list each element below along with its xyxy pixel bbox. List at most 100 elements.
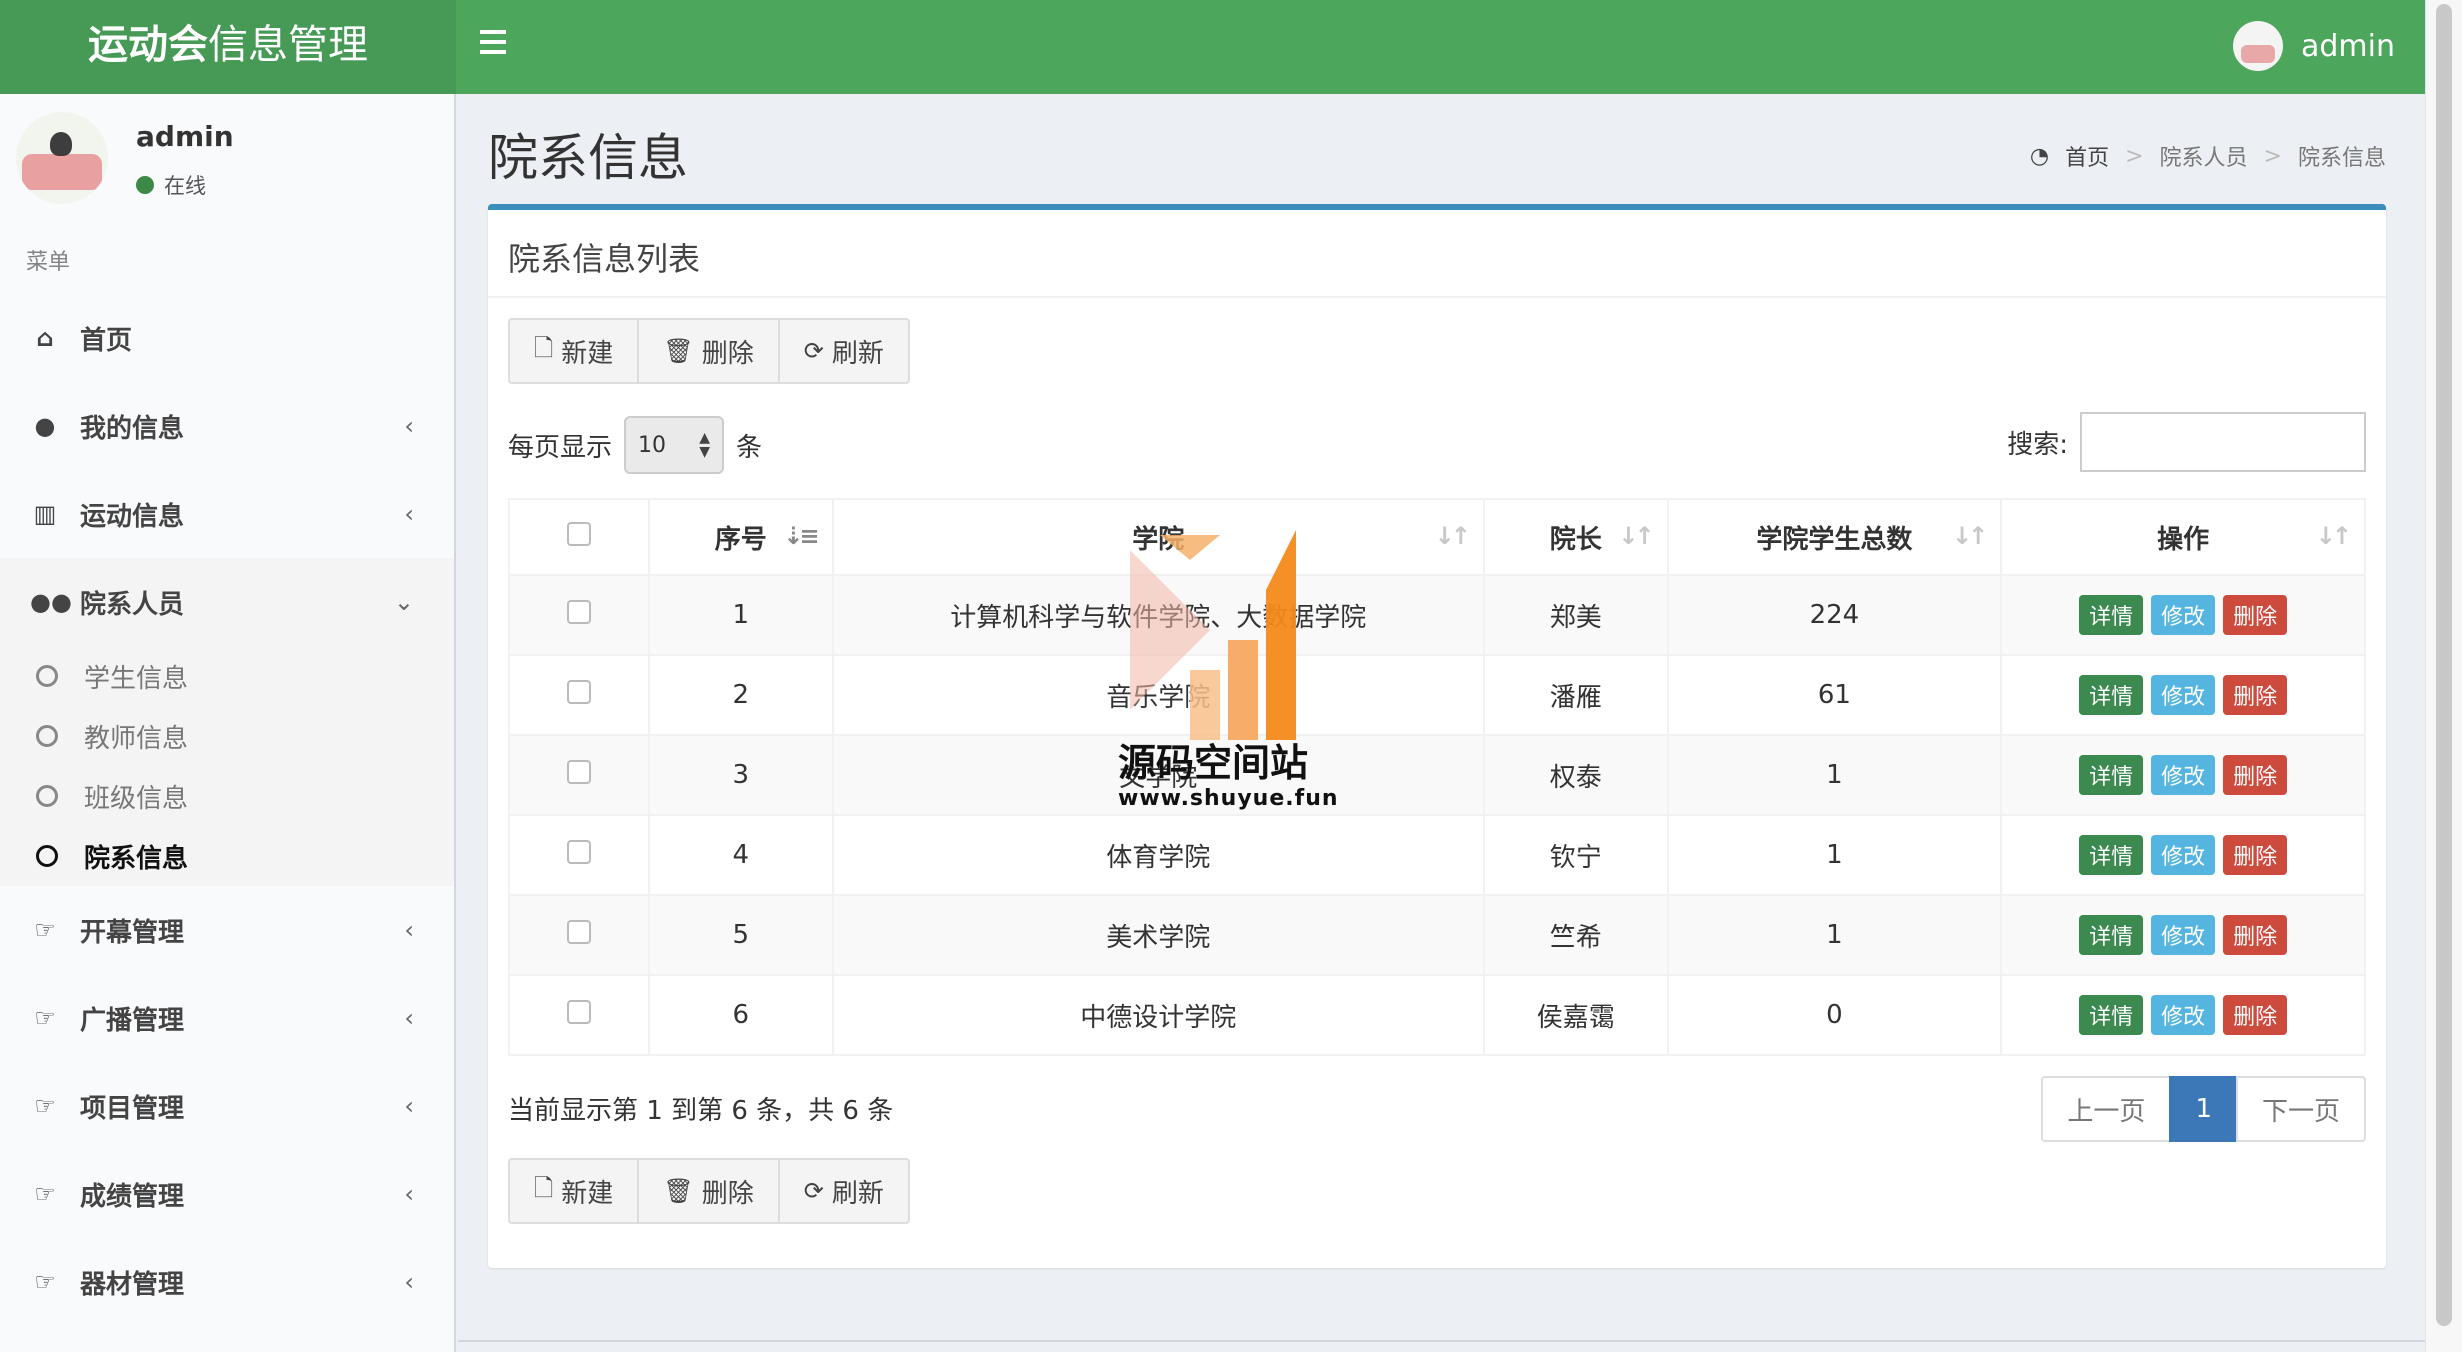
sidebar-item-opening[interactable]: ☞ 开幕管理 ‹ (0, 886, 454, 974)
chevron-down-icon: ⌄ (393, 588, 414, 616)
cell-college: 计算机科学与软件学院、大数据学院 (831, 574, 1485, 656)
row-checkbox[interactable] (566, 759, 591, 784)
cell-no: 2 (647, 654, 834, 736)
breadcrumb-separator: > (2263, 143, 2282, 169)
cell-actions: 详情 修改 删除 (2000, 974, 2366, 1056)
edit-button[interactable]: 修改 (2151, 915, 2216, 955)
sidebar-username: admin (136, 120, 234, 153)
sidebar-item-broadcast[interactable]: ☞ 广播管理 ‹ (0, 974, 454, 1062)
column-header-dean[interactable]: 院长 ↓↑ (1482, 498, 1669, 576)
delete-row-button[interactable]: 删除 (2223, 835, 2288, 875)
row-checkbox[interactable] (566, 919, 591, 944)
toolbar-top: 🗋 新建 🗑 删除 ⟳ 刷新 (508, 318, 910, 384)
length-label-before: 每页显示 (508, 432, 613, 463)
menu-toggle-icon[interactable] (480, 24, 516, 64)
search-input[interactable] (2080, 412, 2366, 472)
delete-button[interactable]: 🗑 删除 (637, 318, 780, 384)
app-logo[interactable]: 运动会信息管理 (0, 0, 456, 94)
page-1-button[interactable]: 1 (2169, 1076, 2238, 1142)
select-all-header (508, 498, 650, 576)
circle-icon (36, 725, 58, 747)
sidebar-item-my-info[interactable]: ● 我的信息 ‹ (0, 382, 454, 470)
edit-button[interactable]: 修改 (2151, 995, 2216, 1035)
delete-row-button[interactable]: 删除 (2223, 595, 2288, 635)
detail-button[interactable]: 详情 (2079, 835, 2144, 875)
table-row: 4 体育学院 钦宁 1 详情 修改 删除 (508, 814, 2366, 896)
new-button[interactable]: 🗋 新建 (508, 1158, 640, 1224)
edit-button[interactable]: 修改 (2151, 835, 2216, 875)
row-checkbox[interactable] (566, 599, 591, 624)
row-checkbox[interactable] (566, 679, 591, 704)
detail-button[interactable]: 详情 (2079, 675, 2144, 715)
sidebar-item-equipment[interactable]: ☞ 器材管理 ‹ (0, 1238, 454, 1326)
row-checkbox[interactable] (566, 999, 591, 1024)
search-label: 搜索: (2007, 429, 2068, 460)
detail-button[interactable]: 详情 (2079, 755, 2144, 795)
delete-row-button[interactable]: 删除 (2223, 915, 2288, 955)
avatar (16, 112, 108, 204)
thumbs-up-icon: ☞ (34, 1004, 56, 1032)
cell-no: 6 (647, 974, 834, 1056)
column-header-no[interactable]: 序号 ⇣≡ (647, 498, 834, 576)
edit-button[interactable]: 修改 (2151, 755, 2216, 795)
sidebar-item-events[interactable]: ☞ 项目管理 ‹ (0, 1062, 454, 1150)
sidebar-item-department-staff[interactable]: ●● 院系人员 ⌄ (0, 558, 454, 646)
refresh-button-label: 刷新 (831, 338, 884, 369)
cell-dean: 权泰 (1482, 734, 1669, 816)
scrollbar[interactable] (2425, 0, 2462, 1352)
delete-button-label: 删除 (701, 1178, 754, 1209)
page-length-select[interactable]: 10 ▲ ▼ (624, 416, 725, 474)
breadcrumb-home[interactable]: 首页 (2065, 140, 2109, 172)
column-header-college[interactable]: 学院 ↓↑ (831, 498, 1485, 576)
delete-button[interactable]: 🗑 删除 (637, 1158, 780, 1224)
detail-button[interactable]: 详情 (2079, 995, 2144, 1035)
sidebar-item-sports-info[interactable]: ▥ 运动信息 ‹ (0, 470, 454, 558)
sidebar-nav: ⌂ 首页 ● 我的信息 ‹ ▥ 运动信息 ‹ ●● 院系人员 ⌄ 学生信息 教师信息 班级信息… (0, 294, 454, 1326)
user-menu[interactable]: admin (2233, 18, 2395, 74)
breadcrumb-section[interactable]: 院系人员 (2160, 140, 2248, 172)
column-header-label: 院长 (1549, 524, 1602, 555)
search-control: 搜索: (2007, 412, 2366, 472)
refresh-button[interactable]: ⟳ 刷新 (777, 318, 910, 384)
table-info: 当前显示第 1 到第 6 条，共 6 条 (508, 1096, 894, 1126)
scrollbar-thumb[interactable] (2436, 4, 2452, 1326)
refresh-button[interactable]: ⟳ 刷新 (777, 1158, 910, 1224)
top-header: 运动会信息管理 admin (0, 0, 2425, 94)
watermark-url: www.shuyue.fun (1118, 786, 1339, 811)
edit-button[interactable]: 修改 (2151, 595, 2216, 635)
toolbar-bottom: 🗋 新建 🗑 删除 ⟳ 刷新 (508, 1158, 910, 1224)
subnav-item-teachers[interactable]: 教师信息 (0, 706, 454, 766)
select-all-checkbox[interactable] (566, 521, 591, 546)
trash-icon: 🗑 (663, 1177, 694, 1205)
sidebar-item-scores[interactable]: ☞ 成绩管理 ‹ (0, 1150, 454, 1238)
column-header-label: 学院 (1132, 524, 1185, 555)
next-page-button[interactable]: 下一页 (2235, 1076, 2366, 1142)
sidebar-item-label: 我的信息 (80, 413, 185, 444)
row-checkbox[interactable] (566, 839, 591, 864)
column-header-actions[interactable]: 操作 ↓↑ (2000, 498, 2366, 576)
detail-button[interactable]: 详情 (2079, 595, 2144, 635)
subnav-item-students[interactable]: 学生信息 (0, 646, 454, 706)
column-header-label: 序号 (714, 524, 767, 555)
breadcrumb-separator: > (2125, 143, 2144, 169)
new-button[interactable]: 🗋 新建 (508, 318, 640, 384)
delete-row-button[interactable]: 删除 (2223, 995, 2288, 1035)
department-list-box: 院系信息列表 🗋 新建 🗑 删除 ⟳ 刷新 每页显示 10 ▲ ▼ 条 搜索: 序号 ⇣≡ … (488, 204, 2386, 1268)
delete-row-button[interactable]: 删除 (2223, 675, 2288, 715)
column-header-total[interactable]: 学院学生总数 ↓↑ (1666, 498, 2003, 576)
subnav-item-classes[interactable]: 班级信息 (0, 766, 454, 826)
cell-actions: 详情 修改 删除 (2000, 894, 2366, 976)
table-row: 2 音乐学院 潘雁 61 详情 修改 删除 (508, 654, 2366, 736)
cell-actions: 详情 修改 删除 (2000, 574, 2366, 656)
edit-button[interactable]: 修改 (2151, 675, 2216, 715)
thumbs-up-icon: ☞ (34, 1268, 56, 1296)
chevron-left-icon: ‹ (404, 500, 414, 528)
sidebar-item-home[interactable]: ⌂ 首页 (0, 294, 454, 382)
sort-icon: ↓↑ (1618, 522, 1654, 550)
subnav-item-departments[interactable]: 院系信息 (0, 826, 454, 886)
table-row: 3 文学院 权泰 1 详情 修改 删除 (508, 734, 2366, 816)
prev-page-button[interactable]: 上一页 (2041, 1076, 2172, 1142)
detail-button[interactable]: 详情 (2079, 915, 2144, 955)
delete-row-button[interactable]: 删除 (2223, 755, 2288, 795)
new-button-label: 新建 (561, 1178, 614, 1209)
